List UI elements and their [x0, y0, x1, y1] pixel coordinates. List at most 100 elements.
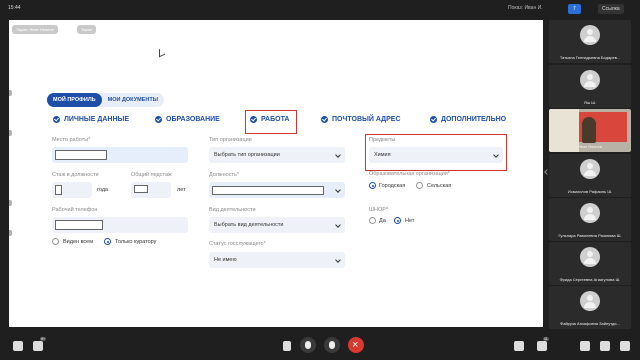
work-phone-field[interactable] [52, 217, 188, 233]
check-icon [430, 116, 437, 123]
civil-status-label: Статус госслужащего* [209, 241, 266, 247]
tab-my-profile[interactable]: МОЙ ПРОФИЛЬ [47, 93, 102, 107]
shnor-yes-radio[interactable] [369, 217, 376, 224]
participants-button[interactable]: 7 [568, 4, 581, 14]
settings-icon[interactable] [580, 341, 590, 351]
redacted-value [55, 150, 107, 160]
participant-tile[interactable]: Фрида Сергеевна Агиагулова Ш. [549, 242, 631, 285]
participant-video [582, 117, 596, 143]
redacted-value [134, 185, 148, 193]
subjects-label: Предметы [369, 137, 396, 143]
side-marker [9, 200, 12, 206]
step-postal-address[interactable]: ПОЧТОВЫЙ АДРЕС [321, 116, 401, 123]
raise-hand-icon[interactable] [283, 341, 291, 351]
total-tenure-unit: лет [177, 187, 186, 193]
step-education[interactable]: ОБРАЗОВАНИЕ [155, 116, 220, 123]
shnor-label: ШНОР* [369, 207, 389, 213]
participant-tile[interactable]: Файруза Анзафовна Зайнутди... [549, 286, 631, 329]
copy-link-button[interactable]: Ссылка [598, 4, 624, 14]
call-controls-bar: 9+ 11 [0, 330, 640, 360]
chevron-down-icon [335, 187, 341, 193]
avatar [580, 25, 600, 45]
chat-badge: 9+ [40, 337, 46, 341]
total-tenure-field[interactable] [131, 182, 171, 198]
participant-tile[interactable]: Гульнара Равилевна Разипова Ш. [549, 198, 631, 241]
people-badge: 11 [543, 337, 549, 341]
participant-tile[interactable]: Татьяна Геннадьевна Бодарев... [549, 20, 631, 63]
shnor-no-label: Нет [405, 218, 415, 224]
city-label: Городская [379, 183, 406, 189]
village-radio[interactable] [416, 182, 423, 189]
avatar [580, 247, 600, 267]
visible-all-label: Виден всем [63, 239, 94, 245]
step-personal[interactable]: ЛИЧНЫЕ ДАННЫЕ [53, 116, 129, 123]
screen-share-chip[interactable]: Экран: Иван Иванов [12, 25, 58, 34]
tenure-field[interactable] [52, 182, 92, 198]
chevron-down-icon [335, 257, 341, 263]
check-icon [321, 116, 328, 123]
top-bar: 15:44 Показ: Иван И. 7 Ссылка [0, 0, 640, 18]
redacted-value [55, 220, 103, 230]
tab-my-documents[interactable]: МОИ ДОКУМЕНТЫ [102, 93, 164, 107]
subjects-select[interactable]: Химия [369, 147, 503, 163]
avatar [580, 159, 600, 179]
side-marker [9, 230, 12, 236]
shnor-no-radio[interactable] [394, 217, 401, 224]
form-steps: ЛИЧНЫЕ ДАННЫЕ ОБРАЗОВАНИЕ РАБОТА ПОЧТОВЫ… [53, 116, 543, 128]
shnor-yes-label: Да [379, 218, 386, 224]
position-label: Должность* [209, 172, 239, 178]
redacted-value [55, 185, 62, 195]
chevron-down-icon [493, 152, 499, 158]
leave-call-button[interactable]: × [348, 337, 364, 353]
org-type-label: Тип организации [209, 137, 252, 143]
camera-button[interactable] [300, 337, 316, 353]
check-icon [155, 116, 162, 123]
curator-only-label: Только куратору [115, 239, 157, 245]
curator-only-radio[interactable] [104, 238, 111, 245]
microphone-button[interactable] [324, 337, 340, 353]
visible-all-radio[interactable] [52, 238, 59, 245]
side-marker [9, 130, 12, 136]
redacted-value [212, 186, 324, 195]
layout-icon[interactable] [600, 341, 610, 351]
chat-icon[interactable] [33, 341, 43, 351]
chevron-down-icon [335, 152, 341, 158]
mouse-cursor-icon [159, 46, 165, 58]
presenter-label: Показ: Иван И. [508, 5, 543, 11]
workplace-field[interactable] [52, 147, 188, 163]
activity-label: Вид деятельности [209, 207, 256, 213]
edu-org-label: Образовательная организация* [369, 171, 450, 177]
avatar [580, 203, 600, 223]
org-type-select[interactable]: Выбрать тип организации [209, 147, 345, 163]
chevron-down-icon [335, 222, 341, 228]
village-label: Сельская [427, 183, 452, 189]
activity-select[interactable]: Выбрать вид деятельности [209, 217, 345, 233]
shared-screen: Экран: Иван Иванов Экран МОЙ ПРОФИЛЬ МОИ… [9, 20, 543, 327]
profile-tabs: МОЙ ПРОФИЛЬ МОИ ДОКУМЕНТЫ [47, 93, 165, 107]
close-icon: × [352, 339, 359, 351]
check-icon [53, 116, 60, 123]
clock: 15:44 [8, 5, 21, 11]
civil-status-select[interactable]: Не имею [209, 252, 345, 268]
workplace-label: Место работы* [52, 137, 91, 143]
city-radio[interactable] [369, 182, 376, 189]
avatar [580, 291, 600, 311]
participants-sidebar: Татьяна Геннадьевна Бодарев... Яш Ш. Ива… [549, 20, 635, 330]
screen-share-icon[interactable] [13, 341, 23, 351]
total-tenure-label: Общий педстаж [131, 172, 172, 178]
tenure-unit: года [97, 187, 109, 193]
people-icon[interactable] [537, 341, 547, 351]
reactions-icon[interactable] [514, 341, 524, 351]
highlight-box-work [245, 110, 297, 134]
participant-tile-video[interactable]: Иван Иванов [549, 109, 631, 152]
camera-icon [305, 341, 311, 349]
participant-tile[interactable]: Исмагилов Рафаиль Ш. [549, 154, 631, 197]
fullscreen-icon[interactable] [620, 341, 630, 351]
participant-tile[interactable]: Яш Ш. [549, 65, 631, 108]
work-phone-label: Рабочий телефон [52, 207, 98, 213]
step-additional[interactable]: ДОПОЛНИТЕЛЬНО [430, 116, 506, 123]
screen-chip[interactable]: Экран [77, 25, 97, 34]
microphone-icon [329, 341, 335, 349]
side-marker [9, 90, 12, 96]
position-select[interactable] [209, 182, 345, 198]
